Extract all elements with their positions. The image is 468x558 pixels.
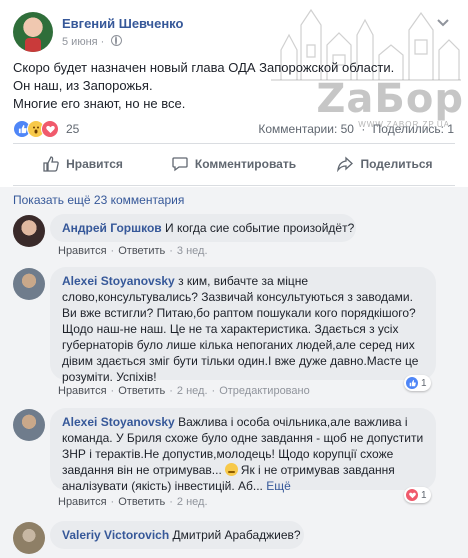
smile-emoji-icon [224,463,238,476]
comment-text: розуміти. Успіхів! [62,370,157,384]
post-body: Скоро будет назначен новый глава ОДА Зап… [13,59,395,113]
comment-time[interactable]: 2 нед. [177,496,208,508]
share-label: Поделиться [360,157,433,171]
avatar[interactable] [13,522,45,554]
comment-reactions[interactable]: 1 [404,375,431,391]
post-line: Скоро будет назначен новый глава ОДА Зап… [13,60,395,75]
like-icon [406,377,418,389]
avatar[interactable] [13,409,45,441]
show-more-comments-link[interactable]: Показать ещё 23 комментария [13,193,184,207]
comment-like-link[interactable]: Нравится [58,385,107,397]
post-meta: 5 июня · [62,35,123,48]
comments-count-label[interactable]: Комментарии: 50 [258,122,354,136]
comment-icon [172,157,188,172]
comment-text: дівим здається зміг бути тільки один.І в… [62,354,419,368]
comment-like-link[interactable]: Нравится [58,245,107,257]
comment-text: Як і не отримував завдання [240,463,395,477]
post-line: Многие его знают, но не все. [13,96,186,111]
comment-text: Дмитрий Арабаджиев? [172,528,301,542]
comment-text: аналізувати (якість) інвестицій. Аб... [62,479,263,493]
divider [13,185,455,186]
avatar[interactable] [13,215,45,247]
comment-text: И когда сие событие произойдёт? [165,221,355,235]
divider [13,143,455,144]
comment-author[interactable]: Valeriy Victorovich [62,528,169,542]
avatar[interactable] [13,268,45,300]
comment-bubble: Valeriy Victorovich Дмитрий Арабаджиев? [50,521,304,549]
comment-author[interactable]: Андрей Горшков [62,221,162,235]
love-icon [406,489,418,501]
comment-author[interactable]: Alexei Stoyanovsky [62,274,175,288]
see-more-link[interactable]: Ещё [266,479,291,493]
comment-actions: Нравится · Ответить · 3 нед. [58,245,208,257]
post-options-icon[interactable] [434,16,452,28]
comment-text: команда. У Бриля схоже було одне завданн… [62,431,424,445]
post-author[interactable]: Евгений Шевченко [62,16,183,31]
post-date[interactable]: 5 июня [62,36,98,48]
comment-text: губернаторів було лише кілька непоганих … [62,338,415,352]
reaction-count: 1 [421,489,427,501]
comment-time[interactable]: 2 нед. [177,385,208,397]
comment-reply-link[interactable]: Ответить [118,245,165,257]
comment-author[interactable]: Alexei Stoyanovsky [62,415,175,429]
share-button[interactable]: Поделиться [315,150,455,178]
thumbs-up-icon [43,156,59,172]
comment-reply-link[interactable]: Ответить [118,496,165,508]
comment-text: завдання він не отримував... [62,463,222,477]
reaction-count[interactable]: 25 [66,122,79,136]
comment-bubble: Alexei Stoyanovsky Важлива і особа очіль… [50,408,436,493]
like-button[interactable]: Нравится [13,150,153,178]
comment-bubble: Андрей Горшков И когда сие событие произ… [50,214,356,242]
like-label: Нравится [66,157,123,171]
comment-text: слово,консультувались? Зазвичай консульт… [62,290,413,304]
comment-like-link[interactable]: Нравится [58,496,107,508]
comment-bubble: Alexei Stoyanovsky з ким, вибачте за міц… [50,267,436,384]
comment-actions: Нравится · Ответить · 2 нед. · Отредактировано [58,385,310,397]
shares-count-label[interactable]: Поделились: 1 [373,122,454,136]
comment-label: Комментировать [194,157,297,171]
share-icon [337,156,354,172]
comment-text: Важлива і особа очільника,але важлива і [178,415,408,429]
comment-text: ЗНР і терактів.Не допустив,молодець! Щод… [62,447,394,461]
comment-text: Ви вже встигли? Питаю,бо раптом пошукали… [62,306,416,320]
edited-label[interactable]: Отредактировано [219,385,310,397]
comment-reply-link[interactable]: Ответить [118,385,165,397]
reaction-count: 1 [421,377,427,389]
globe-icon [111,35,123,46]
comment-button[interactable]: Комментировать [164,150,304,178]
comment-time[interactable]: 3 нед. [177,245,208,257]
post-line: Он наш, из Запорожья. [13,78,153,93]
comment-text: з ким, вибачте за міцне [178,274,309,288]
love-icon [41,120,59,138]
comment-actions: Нравится · Ответить · 2 нед. [58,496,208,508]
comments-count[interactable]: Комментарии: 50 · Поделились: 1 [258,122,454,136]
comment-reactions[interactable]: 1 [404,487,431,503]
comment-text: Щодо наш-не наш. Це не та характеристика… [62,322,399,336]
author-avatar[interactable] [13,12,53,52]
